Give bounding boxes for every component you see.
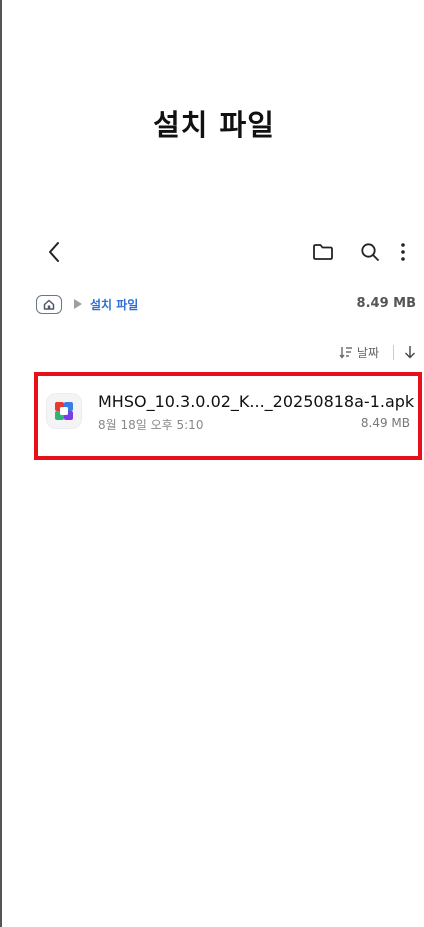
file-size: 8.49 MB xyxy=(360,416,410,430)
file-browser-screen: 설치 파일 설치 파일 8.49 MB 날짜 MHSO_10.3.0.02_K.… xyxy=(0,0,424,927)
app-icon xyxy=(47,394,81,428)
breadcrumb-current[interactable]: 설치 파일 xyxy=(90,296,138,313)
search-button[interactable] xyxy=(356,238,384,266)
file-list-item[interactable]: MHSO_10.3.0.02_K..._20250818a-1.apk 8월 1… xyxy=(34,372,422,460)
file-date: 8월 18일 오후 5:10 xyxy=(98,418,204,432)
sort-divider xyxy=(393,344,394,360)
sort-label: 날짜 xyxy=(356,345,379,360)
more-vertical-icon xyxy=(401,243,405,261)
toolbar xyxy=(2,232,424,272)
back-button[interactable] xyxy=(40,238,68,266)
home-button[interactable] xyxy=(36,294,62,314)
home-icon xyxy=(43,299,55,310)
sort-icon xyxy=(339,347,352,359)
page-title: 설치 파일 xyxy=(153,108,275,142)
search-icon xyxy=(361,243,379,261)
sort-button[interactable]: 날짜 xyxy=(339,344,379,361)
breadcrumb-separator xyxy=(74,299,82,309)
sort-order-button[interactable] xyxy=(404,345,416,359)
breadcrumb: 설치 파일 xyxy=(36,291,138,317)
more-options-button[interactable] xyxy=(389,238,417,266)
new-folder-button[interactable] xyxy=(309,238,337,266)
arrow-down-icon xyxy=(405,346,415,359)
folder-icon xyxy=(313,244,333,260)
sort-bar: 날짜 xyxy=(339,341,416,363)
triangle-right-icon xyxy=(74,299,82,309)
chevron-left-icon xyxy=(49,242,59,262)
folder-size: 8.49 MB xyxy=(356,296,416,311)
file-name: MHSO_10.3.0.02_K..._20250818a-1.apk xyxy=(98,392,415,411)
